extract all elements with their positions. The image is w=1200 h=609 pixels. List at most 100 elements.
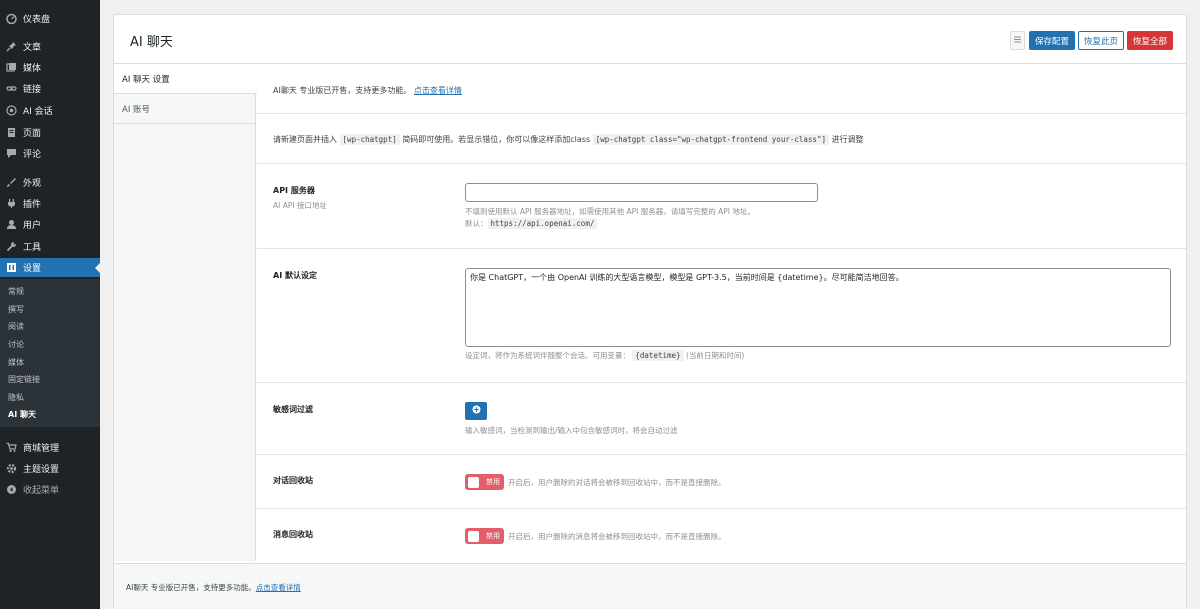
media-icon <box>6 62 17 73</box>
shortcode-notice: 请新建页面并插入 [wp-chatgpt] 简码即可使用。若显示错位，你可以像这… <box>273 134 864 145</box>
page-title: AI 聊天 <box>130 35 173 50</box>
api-server-input[interactable] <box>465 183 818 202</box>
sensitive-desc: 输入敏感词，当检测到输出/输入中包含敏感词时，将会自动过滤 <box>465 426 678 435</box>
submenu-item-ai-chat[interactable]: AI 聊天 <box>8 408 36 422</box>
sidebar-item-theme-settings[interactable]: 主题设置 <box>0 459 100 478</box>
submenu-item-reading[interactable]: 阅读 <box>8 320 24 334</box>
collapse-icon <box>6 484 17 495</box>
panel-header: AI 聊天 保存配置 恢复此页 恢复全部 <box>114 15 1186 64</box>
chat-recycle-label: 对话回收站 <box>273 476 313 485</box>
sidebar-item-shop[interactable]: 商城管理 <box>0 438 100 457</box>
sidebar-item-dashboard[interactable]: 仪表盘 <box>0 9 100 28</box>
settings-panel: AI 聊天 保存配置 恢复此页 恢复全部 AI 聊天 设置 AI 账号 AI聊天… <box>113 14 1187 608</box>
sidebar-item-label: 用户 <box>23 221 42 231</box>
sidebar-item-label: 主题设置 <box>23 465 60 475</box>
submenu-item-permalinks[interactable]: 固定链接 <box>8 373 40 387</box>
footer-notice: AI聊天 专业版已开售，支持更多功能。点击查看详情 <box>126 582 301 593</box>
sidebar-item-links[interactable]: 链接 <box>0 79 100 98</box>
api-server-label: API 服务器 <box>273 186 315 195</box>
api-server-desc: 不填则使用默认 API 服务器地址，如需使用其他 API 服务器，请填写完整的 … <box>465 206 755 230</box>
link-icon <box>6 83 17 94</box>
chat-recycle-row: 对话回收站 禁用 开启后，用户删除的对话将会被移到回收站中，而不是直接删除。 <box>257 455 1186 509</box>
wrench-icon <box>6 241 17 252</box>
submenu-item-discussion[interactable]: 讨论 <box>8 338 24 352</box>
sidebar-item-label: 商城管理 <box>23 444 60 454</box>
toggle-label: 禁用 <box>486 532 500 540</box>
msg-recycle-row: 消息回收站 禁用 开启后，用户删除的消息将会被移到回收站中，而不是直接删除。 <box>257 509 1186 561</box>
api-server-default-value: https://api.openai.com/ <box>487 218 598 229</box>
sidebar-item-label: 评论 <box>23 150 42 160</box>
settings-tabs: AI 聊天 设置 AI 账号 <box>114 65 257 561</box>
api-server-row: API 服务器 AI API 接口地址 不填则使用默认 API 服务器地址，如需… <box>257 164 1186 249</box>
shortcode-class-code: [wp-chatgpt class="wp-chatgpt-frontend y… <box>592 134 829 145</box>
sidebar-item-settings[interactable]: 设置 <box>0 258 100 277</box>
toggle-label: 禁用 <box>486 478 500 486</box>
sidebar-item-label: 收起菜单 <box>23 486 60 496</box>
api-server-help: 不填则使用默认 API 服务器地址，如需使用其他 API 服务器，请填写完整的 … <box>465 207 755 216</box>
submenu-item-privacy[interactable]: 隐私 <box>8 391 24 405</box>
sidebar-item-tools[interactable]: 工具 <box>0 237 100 256</box>
sidebar-item-media[interactable]: 媒体 <box>0 58 100 77</box>
footer-notice-link[interactable]: 点击查看详情 <box>256 583 301 592</box>
sidebar-item-label: AI 会话 <box>23 107 53 117</box>
tab-ai-chat-settings[interactable]: AI 聊天 设置 <box>114 65 257 94</box>
sidebar-item-label: 设置 <box>23 264 42 274</box>
brush-icon <box>6 177 17 188</box>
user-icon <box>6 219 17 230</box>
comment-icon <box>6 148 17 159</box>
pro-notice-text: AI聊天 专业版已开售，支持更多功能。 <box>273 86 412 95</box>
page-icon <box>6 127 17 138</box>
ai-default-desc-post: (当前日期和时间) <box>685 351 745 360</box>
pro-notice-row: AI聊天 专业版已开售，支持更多功能。 点击查看详情 <box>257 65 1186 114</box>
cart-icon <box>6 442 17 453</box>
ai-default-desc-pre: 设定词，将作为系统词伴随整个会话。可用变量： <box>465 351 630 360</box>
submenu-item-media[interactable]: 媒体 <box>8 356 24 370</box>
sidebar-item-label: 插件 <box>23 200 42 210</box>
chat-recycle-toggle[interactable]: 禁用 <box>465 474 504 490</box>
tab-ai-account[interactable]: AI 账号 <box>114 95 256 124</box>
ai-default-var: {datetime} <box>632 350 684 361</box>
admin-sidebar: 仪表盘 文章 媒体 链接 AI 会话 页面 评论 外观 插件 用户 工具 设置 … <box>0 0 100 609</box>
sidebar-item-label: 工具 <box>23 243 42 253</box>
sidebar-item-label: 页面 <box>23 129 42 139</box>
reset-all-button[interactable]: 恢复全部 <box>1127 31 1173 50</box>
settings-icon <box>6 262 17 273</box>
list-view-button[interactable] <box>1010 31 1025 50</box>
footer-notice-text: AI聊天 专业版已开售，支持更多功能。 <box>126 583 256 592</box>
submenu-item-writing[interactable]: 撰写 <box>8 303 24 317</box>
shortcode-mid: 简码即可使用。若显示错位，你可以像这样添加class <box>402 135 591 144</box>
add-sensitive-button[interactable] <box>465 402 487 420</box>
sensitive-label: 敏感词过滤 <box>273 405 313 414</box>
msg-recycle-label: 消息回收站 <box>273 530 313 539</box>
plugin-icon <box>6 198 17 209</box>
dashboard-icon <box>6 13 17 24</box>
settings-submenu: 常规 撰写 阅读 讨论 媒体 固定链接 隐私 AI 聊天 <box>0 279 100 427</box>
ai-default-textarea[interactable]: 你是 ChatGPT，一个由 OpenAI 训练的大型语言模型，模型是 GPT-… <box>465 268 1171 347</box>
pin-icon <box>6 41 17 52</box>
sidebar-item-appearance[interactable]: 外观 <box>0 173 100 192</box>
sidebar-item-label: 文章 <box>23 43 42 53</box>
sidebar-collapse-menu[interactable]: 收起菜单 <box>0 480 100 499</box>
submenu-item-general[interactable]: 常规 <box>8 285 24 299</box>
pro-notice: AI聊天 专业版已开售，支持更多功能。 点击查看详情 <box>273 85 462 96</box>
panel-footer: AI聊天 专业版已开售，支持更多功能。点击查看详情 <box>114 563 1186 608</box>
toggle-knob <box>468 476 479 488</box>
msg-recycle-desc: 开启后，用户删除的消息将会被移到回收站中，而不是直接删除。 <box>508 532 726 541</box>
sidebar-item-ai-chat[interactable]: AI 会话 <box>0 101 100 120</box>
sensitive-row: 敏感词过滤 输入敏感词，当检测到输出/输入中包含敏感词时，将会自动过滤 <box>257 383 1186 455</box>
shortcode-row: 请新建页面并插入 [wp-chatgpt] 简码即可使用。若显示错位，你可以像这… <box>257 114 1186 164</box>
sidebar-item-comments[interactable]: 评论 <box>0 144 100 163</box>
sidebar-item-label: 外观 <box>23 179 42 189</box>
shortcode-pre: 请新建页面并插入 <box>273 135 337 144</box>
sidebar-item-pages[interactable]: 页面 <box>0 123 100 142</box>
pro-notice-link[interactable]: 点击查看详情 <box>414 86 462 95</box>
ai-default-row: AI 默认设定 你是 ChatGPT，一个由 OpenAI 训练的大型语言模型，… <box>257 249 1186 383</box>
shortcode-code: [wp-chatgpt] <box>339 134 400 145</box>
sidebar-item-posts[interactable]: 文章 <box>0 37 100 56</box>
reset-page-button[interactable]: 恢复此页 <box>1078 31 1124 50</box>
sidebar-item-users[interactable]: 用户 <box>0 215 100 234</box>
settings-content: AI聊天 专业版已开售，支持更多功能。 点击查看详情 请新建页面并插入 [wp-… <box>257 65 1186 561</box>
save-button[interactable]: 保存配置 <box>1029 31 1075 50</box>
sidebar-item-plugins[interactable]: 插件 <box>0 194 100 213</box>
msg-recycle-toggle[interactable]: 禁用 <box>465 528 504 544</box>
